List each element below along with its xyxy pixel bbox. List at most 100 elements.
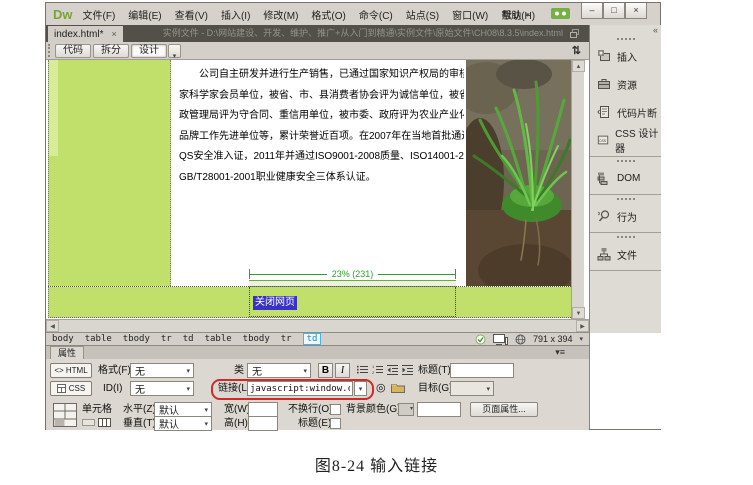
tag-tbody[interactable]: tbody	[123, 334, 150, 344]
design-view[interactable]: 公司自主研发并进行生产销售，已通过国家知识产权局的审核取得专利。企业 家科学家会…	[46, 60, 589, 332]
window-controls: – □ ×	[581, 3, 647, 19]
scroll-up-icon[interactable]: ▲	[572, 60, 585, 72]
panel-grip-icon[interactable]	[590, 195, 661, 202]
split-cell-icon[interactable]	[98, 417, 111, 430]
link-dropdown[interactable]: ▾	[354, 381, 367, 396]
file-management-icon[interactable]: ⇅	[572, 44, 581, 57]
menu-insert[interactable]: 插入(I)	[221, 7, 250, 22]
tag-body[interactable]: body	[52, 334, 74, 344]
menu-format[interactable]: 格式(O)	[311, 7, 345, 22]
bold-button[interactable]: B	[318, 363, 333, 378]
menu-commands[interactable]: 命令(C)	[359, 7, 393, 22]
panel-grip-icon[interactable]	[590, 157, 661, 164]
point-to-file-icon[interactable]: ◎	[376, 381, 386, 396]
format-select[interactable]: 无 ▾	[130, 363, 194, 378]
link-input[interactable]	[247, 381, 353, 396]
restore-window-icon[interactable]	[570, 29, 579, 38]
html-mode-button[interactable]: <> HTML	[50, 363, 92, 378]
chevron-down-icon: ▾	[486, 385, 490, 393]
tag-tbody[interactable]: tbody	[243, 334, 270, 344]
table-cell-text[interactable]: 公司自主研发并进行生产销售，已通过国家知识产权局的审核取得专利。企业 家科学家会…	[172, 60, 466, 286]
indent-icon[interactable]	[401, 363, 414, 376]
paragraph-line: 品牌工作先进单位等，累计荣誉近百项。在2007年在当地首批通过国家强制食品	[179, 127, 464, 148]
sidebar-item-assets[interactable]: 资源	[590, 70, 661, 98]
sidebar-item-snippets[interactable]: 代码片断	[590, 98, 661, 126]
menu-edit[interactable]: 编辑(E)	[128, 7, 161, 22]
plant-photo-image[interactable]	[466, 60, 571, 286]
sidebar-item-dom[interactable]: DOM	[590, 164, 661, 192]
menu-file[interactable]: 文件(F)	[83, 7, 116, 22]
split-view-button[interactable]: 拆分	[93, 44, 129, 58]
target-select[interactable]: ▾	[450, 381, 494, 396]
menu-modify[interactable]: 修改(M)	[263, 7, 298, 22]
chevron-down-icon: ▾	[186, 367, 190, 375]
header-checkbox[interactable]	[330, 418, 341, 429]
figure-caption: 图8-24 输入链接	[0, 452, 753, 476]
bg-color-swatch[interactable]: ▾	[398, 403, 414, 416]
tab-close-icon[interactable]: ×	[111, 29, 116, 39]
properties-tab[interactable]: 属性	[50, 346, 84, 359]
code-view-button[interactable]: 代码	[55, 44, 91, 58]
window-size-value[interactable]: 791 x 394	[533, 334, 573, 344]
menu-window[interactable]: 窗口(W)	[452, 7, 488, 22]
tab-index-html[interactable]: index.html* ×	[48, 26, 123, 42]
tag-tr[interactable]: tr	[161, 334, 172, 344]
tag-table[interactable]: table	[205, 334, 232, 344]
width-input[interactable]	[248, 402, 278, 417]
browse-folder-icon[interactable]	[391, 382, 404, 395]
sidebar-item-css-designer[interactable]: css CSS 设计器	[590, 126, 661, 154]
tag-td[interactable]: td	[183, 334, 194, 344]
snippets-icon	[597, 105, 611, 119]
table-cell-green-left[interactable]	[48, 60, 171, 286]
sidebar-item-files[interactable]: 文件	[590, 240, 661, 268]
horz-select[interactable]: 默认 ▾	[154, 402, 212, 417]
table-width-indicator[interactable]: 23% (231)	[249, 268, 456, 280]
vertical-scrollbar[interactable]: ▲ ▼	[571, 60, 584, 319]
chevron-down-icon[interactable]: ▾	[579, 335, 583, 343]
class-select[interactable]: 无 ▾	[247, 363, 311, 378]
tag-tr[interactable]: tr	[281, 334, 292, 344]
scroll-left-icon[interactable]: ◀	[46, 320, 59, 332]
nowrap-checkbox[interactable]	[330, 404, 341, 415]
sidebar-item-behaviors[interactable]: 行为	[590, 202, 661, 230]
menu-view[interactable]: 查看(V)	[175, 7, 208, 22]
close-button[interactable]: ×	[625, 3, 647, 19]
title-input[interactable]	[450, 363, 514, 378]
menu-site[interactable]: 站点(S)	[406, 7, 439, 22]
italic-button[interactable]: I	[335, 363, 350, 378]
workspace-switcher[interactable]: 默认 ▾	[502, 7, 530, 22]
sync-settings-icon[interactable]	[551, 8, 570, 19]
page-properties-button[interactable]: 页面属性...	[470, 402, 538, 417]
scroll-down-icon[interactable]: ▼	[572, 307, 585, 319]
vert-select[interactable]: 默认 ▾	[154, 416, 212, 431]
panel-grip-icon[interactable]	[590, 233, 661, 240]
maximize-button[interactable]: □	[603, 3, 625, 19]
css-mode-button[interactable]: CSS	[50, 381, 92, 396]
panel-menu-icon[interactable]: ▾≡	[555, 347, 565, 358]
unordered-list-icon[interactable]	[356, 363, 369, 376]
outdent-icon[interactable]	[386, 363, 399, 376]
panel-dock-sidebar: « 插入 资源 代码片断 css CSS 设计器	[589, 25, 661, 429]
height-input[interactable]	[248, 416, 278, 431]
panel-grip-icon[interactable]	[590, 35, 661, 42]
id-label: ID(I)	[103, 381, 122, 396]
behaviors-icon	[597, 209, 611, 223]
tag-table[interactable]: table	[85, 334, 112, 344]
device-preview-icon[interactable]	[493, 334, 508, 345]
sidebar-item-insert[interactable]: 插入	[590, 42, 661, 70]
error-check-icon[interactable]	[475, 334, 486, 345]
scroll-right-icon[interactable]: ▶	[576, 320, 589, 332]
horizontal-scrollbar[interactable]: ◀ ▶	[46, 319, 589, 332]
design-view-button[interactable]: 设计	[131, 44, 167, 58]
toolbar-grip-icon[interactable]	[48, 44, 51, 57]
globe-preview-icon[interactable]	[515, 334, 526, 345]
tag-td-selected[interactable]: td	[303, 333, 322, 345]
id-select[interactable]: 无 ▾	[130, 381, 194, 396]
selected-link-text[interactable]: 关闭网页	[253, 296, 297, 310]
ordered-list-icon[interactable]: 12	[371, 363, 384, 376]
design-view-dropdown[interactable]: ▾	[168, 44, 181, 58]
collapse-panels-icon[interactable]: «	[653, 25, 658, 35]
merge-cells-icon[interactable]	[82, 417, 95, 430]
bg-color-input[interactable]	[417, 402, 461, 417]
minimize-button[interactable]: –	[581, 3, 603, 19]
